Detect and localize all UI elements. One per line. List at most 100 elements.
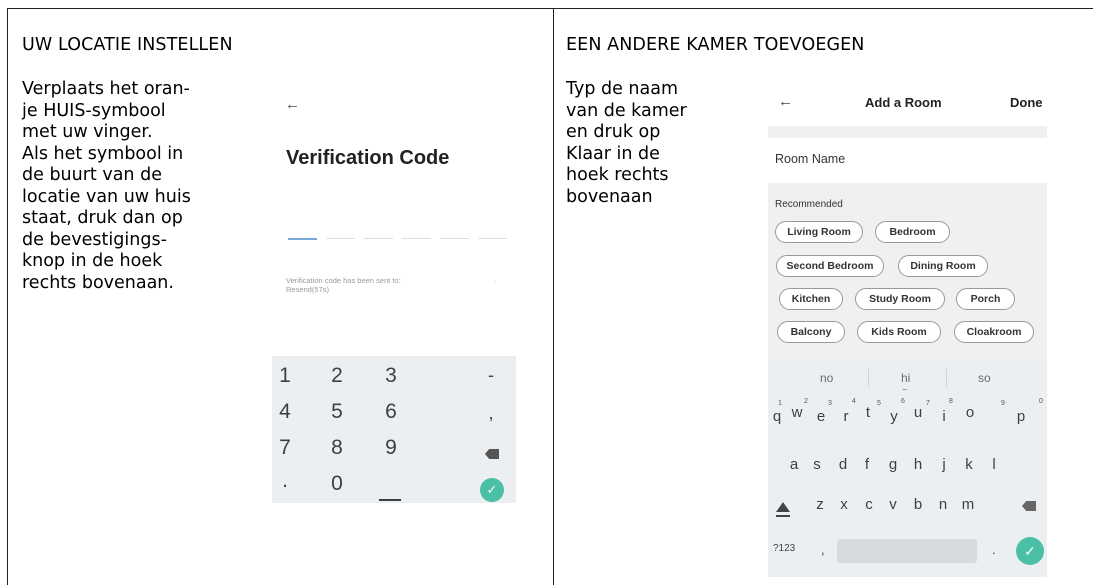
key-n[interactable]: n bbox=[933, 496, 953, 513]
key-w[interactable]: w bbox=[787, 404, 807, 421]
room-name-field[interactable]: Room Name bbox=[775, 152, 845, 166]
key-5[interactable]: 5 bbox=[317, 400, 357, 424]
key-d[interactable]: d bbox=[833, 456, 853, 473]
key-p[interactable]: p bbox=[1011, 408, 1031, 425]
suggestion-more-dots: ... bbox=[902, 382, 907, 392]
code-digit-slot[interactable] bbox=[326, 238, 355, 239]
key-6[interactable]: 6 bbox=[371, 400, 411, 424]
chip-dining-room[interactable]: Dining Room bbox=[898, 255, 988, 277]
key-a[interactable]: a bbox=[784, 456, 804, 473]
chip-second-bedroom[interactable]: Second Bedroom bbox=[776, 255, 884, 277]
key-r[interactable]: r bbox=[836, 408, 856, 425]
key-l[interactable]: l bbox=[984, 456, 1004, 473]
key-e[interactable]: e bbox=[811, 408, 831, 425]
key-comma[interactable]: , bbox=[471, 403, 511, 424]
key-x[interactable]: x bbox=[834, 496, 854, 513]
key-hint-9: 9 bbox=[1001, 400, 1005, 407]
code-digit-slot[interactable] bbox=[402, 238, 431, 239]
recommended-label: Recommended bbox=[775, 199, 843, 210]
key-z[interactable]: z bbox=[810, 496, 830, 513]
key-hint-2: 2 bbox=[804, 398, 808, 405]
code-digit-slot[interactable] bbox=[364, 238, 393, 239]
symbols-key[interactable]: ?123 bbox=[773, 543, 795, 554]
code-digit-slot[interactable] bbox=[478, 238, 507, 239]
confirm-check-icon[interactable]: ✓ bbox=[1016, 537, 1044, 565]
key-9[interactable]: 9 bbox=[371, 436, 411, 460]
space-bar[interactable] bbox=[837, 539, 977, 563]
qwerty-keyboard: no hi ... so q w e r t y u i o p 1 2 3 4… bbox=[768, 362, 1047, 577]
column-divider bbox=[553, 8, 554, 585]
chip-kitchen[interactable]: Kitchen bbox=[779, 288, 843, 310]
key-hint-3: 3 bbox=[828, 400, 832, 407]
left-line: de buurt van de bbox=[22, 165, 162, 185]
key-y[interactable]: y bbox=[884, 408, 904, 425]
key-hint-0: 0 bbox=[1039, 398, 1043, 405]
confirm-check-icon[interactable]: ✓ bbox=[480, 478, 504, 502]
key-u[interactable]: u bbox=[908, 404, 928, 421]
period-key[interactable]: . bbox=[992, 542, 996, 557]
key-t[interactable]: t bbox=[858, 404, 878, 421]
key-period[interactable]: . bbox=[265, 469, 305, 493]
right-heading: EEN ANDERE KAMER TOEVOEGEN bbox=[566, 35, 865, 55]
suggestion-no[interactable]: no bbox=[820, 371, 833, 385]
chip-porch[interactable]: Porch bbox=[956, 288, 1015, 310]
separator-band bbox=[768, 126, 1047, 138]
right-instructions: Typ de naam van de kamer en druk op Klaa… bbox=[566, 79, 687, 208]
back-arrow-icon[interactable]: ← bbox=[778, 93, 793, 110]
key-s[interactable]: s bbox=[807, 456, 827, 473]
chip-kids-room[interactable]: Kids Room bbox=[857, 321, 941, 343]
key-m[interactable]: m bbox=[958, 496, 978, 513]
key-o[interactable]: o bbox=[960, 404, 980, 421]
key-i[interactable]: i bbox=[934, 408, 954, 425]
left-instructions: Verplaats het oran- je HUIS-symbool met … bbox=[22, 79, 191, 294]
chip-living-room[interactable]: Living Room bbox=[775, 221, 863, 243]
key-2[interactable]: 2 bbox=[317, 364, 357, 388]
underscore-key[interactable] bbox=[379, 499, 401, 501]
key-b[interactable]: b bbox=[908, 496, 928, 513]
left-line: staat, druk dan op bbox=[22, 208, 183, 228]
right-line: en druk op bbox=[566, 122, 661, 142]
key-4[interactable]: 4 bbox=[265, 400, 305, 424]
left-heading: UW LOCATIE INSTELLEN bbox=[22, 35, 233, 55]
chip-bedroom[interactable]: Bedroom bbox=[875, 221, 950, 243]
back-arrow-icon[interactable]: ← bbox=[285, 96, 300, 113]
suggestion-divider bbox=[946, 369, 947, 387]
right-line: Klaar in de bbox=[566, 143, 660, 164]
key-v[interactable]: v bbox=[883, 496, 903, 513]
key-h[interactable]: h bbox=[908, 456, 928, 473]
chip-balcony[interactable]: Balcony bbox=[777, 321, 845, 343]
chip-cloakroom[interactable]: Cloakroom bbox=[954, 321, 1034, 343]
key-8[interactable]: 8 bbox=[317, 436, 357, 460]
key-minus[interactable]: - bbox=[471, 365, 511, 386]
right-line: bovenaan bbox=[566, 186, 653, 207]
key-q[interactable]: q bbox=[767, 408, 787, 425]
verification-sent-note: Verification code has been sent to: Rese… bbox=[286, 276, 401, 294]
left-line: Als het symbool in bbox=[22, 143, 184, 164]
shift-icon[interactable] bbox=[776, 502, 790, 512]
key-7[interactable]: 7 bbox=[265, 436, 305, 460]
key-3[interactable]: 3 bbox=[371, 364, 411, 388]
resend-link[interactable]: Resend(57s) bbox=[286, 285, 401, 294]
verification-title: Verification Code bbox=[286, 147, 450, 169]
key-k[interactable]: k bbox=[959, 456, 979, 473]
key-hint-5: 5 bbox=[877, 400, 881, 407]
comma-key[interactable]: , bbox=[821, 542, 825, 557]
backspace-icon[interactable] bbox=[485, 449, 499, 459]
key-j[interactable]: j bbox=[934, 456, 954, 473]
key-0[interactable]: 0 bbox=[317, 472, 357, 496]
left-line: knop in de hoek bbox=[22, 251, 163, 271]
key-1[interactable]: 1 bbox=[265, 364, 305, 388]
suggestion-so[interactable]: so bbox=[978, 371, 991, 385]
code-digit-slot[interactable] bbox=[440, 238, 469, 239]
key-g[interactable]: g bbox=[883, 456, 903, 473]
key-f[interactable]: f bbox=[857, 456, 877, 473]
chip-study-room[interactable]: Study Room bbox=[855, 288, 945, 310]
code-digit-slot[interactable] bbox=[288, 238, 317, 240]
shift-underline bbox=[776, 515, 790, 517]
left-line: Verplaats het oran- bbox=[22, 79, 190, 99]
left-line: rechts bovenaan. bbox=[22, 272, 174, 293]
left-line: locatie van uw huis bbox=[22, 186, 191, 207]
key-c[interactable]: c bbox=[859, 496, 879, 513]
backspace-icon[interactable] bbox=[1022, 501, 1036, 511]
done-button[interactable]: Done bbox=[1010, 95, 1043, 110]
